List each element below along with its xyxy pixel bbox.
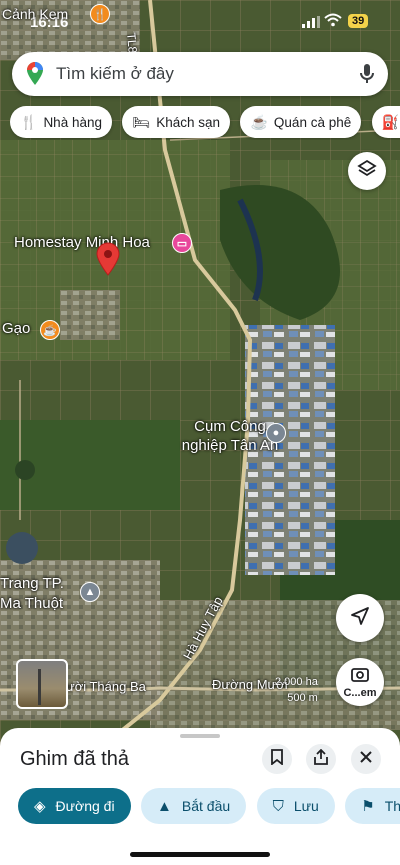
landmark-poi-icon[interactable]: ▲ [80,582,100,602]
map-label-homestay: Homestay Minh Hoa [14,234,150,251]
lens-label: C...em [343,686,377,699]
road-label-tl8: TL8 [124,32,140,54]
category-chips: 🍴Nhà hàng 🛏Khách sạn ☕Quán cà phê ⛽T [10,106,400,140]
save-button[interactable]: ⛉ Lưu [256,788,335,824]
sheet-title: Ghim đã thả [20,748,129,770]
flag-icon: ⚑ [361,798,375,815]
hotel-icon: 🛏 [132,113,151,130]
search-input[interactable]: Tìm kiếm ở đây [56,64,174,84]
close-button[interactable] [351,744,381,774]
chip-hotels[interactable]: 🛏 Khách sạn [122,106,231,138]
bookmark-button[interactable] [262,744,292,774]
place-sheet[interactable]: Ghim đã thả ◈Đường đi ▲Bắt đầu ⛉Lưu ⚑Tho [0,728,400,865]
more-action-button[interactable]: ⚑Tho [345,788,400,824]
scale-label: 500 m [287,692,318,704]
restaurant-poi-icon[interactable]: 🍴 [90,4,110,24]
map-label-top: Cảnh Kem [2,6,69,22]
share-icon [314,748,328,770]
chip-restaurants[interactable]: 🍴 Nhà hàng [10,106,112,138]
restaurant-icon: 🍴 [20,113,38,130]
search-bar[interactable]: Tìm kiếm ở đây [12,52,388,96]
wifi-icon [324,13,342,30]
layers-icon [357,159,377,184]
road-label-thangba: ười Tháng Ba [66,679,146,694]
map-label-trang: Trang TP. Ma Thuột [0,575,64,612]
battery-indicator: 39 [348,14,369,28]
bookmark-icon: ⛉ [272,797,284,815]
close-icon [360,750,372,768]
map-scale: 2.000 ha 500 m [275,676,318,704]
directions-icon: ◈ [34,798,46,815]
directions-button[interactable]: ◈ Đường đi [18,788,131,824]
industrial-poi-icon[interactable]: ● [266,423,286,443]
cafe-poi-icon[interactable]: ☕ [40,320,60,340]
gas-station-icon: ⛽ [381,113,400,130]
action-buttons: ◈Đường đi ▲Bắt đầu ⛉Lưu ⚑Tho [18,788,400,826]
map-label-industrial: Cụm Công nghiệp Tân An [181,418,279,454]
my-location-button[interactable] [336,594,384,642]
home-indicator [130,852,270,857]
map-label-gao: Gạo [2,320,31,337]
navigation-arrow-icon [350,606,370,631]
cafe-icon: ☕ [250,113,268,130]
microphone-icon[interactable] [360,63,374,90]
chip-gas[interactable]: ⛽T [371,106,400,138]
maps-logo-icon [26,62,44,91]
dropped-pin-icon[interactable] [95,242,121,281]
start-button[interactable]: ▲ Bắt đầu [141,788,247,824]
bookmark-icon [271,748,283,770]
hotel-poi-icon[interactable]: ▭ [172,233,192,253]
signal-icon [302,15,320,33]
layers-button[interactable] [348,152,386,190]
area-label: 2.000 ha [275,676,318,688]
share-button[interactable] [306,744,336,774]
navigation-icon: ▲ [157,797,172,815]
camera-lens-icon [351,666,369,687]
chip-cafes[interactable]: ☕ Quán cà phê [240,106,362,138]
sheet-handle[interactable] [180,734,220,738]
lens-button[interactable]: C...em [336,658,384,706]
street-view-thumbnail[interactable] [16,659,68,709]
pole-shape [38,669,41,705]
